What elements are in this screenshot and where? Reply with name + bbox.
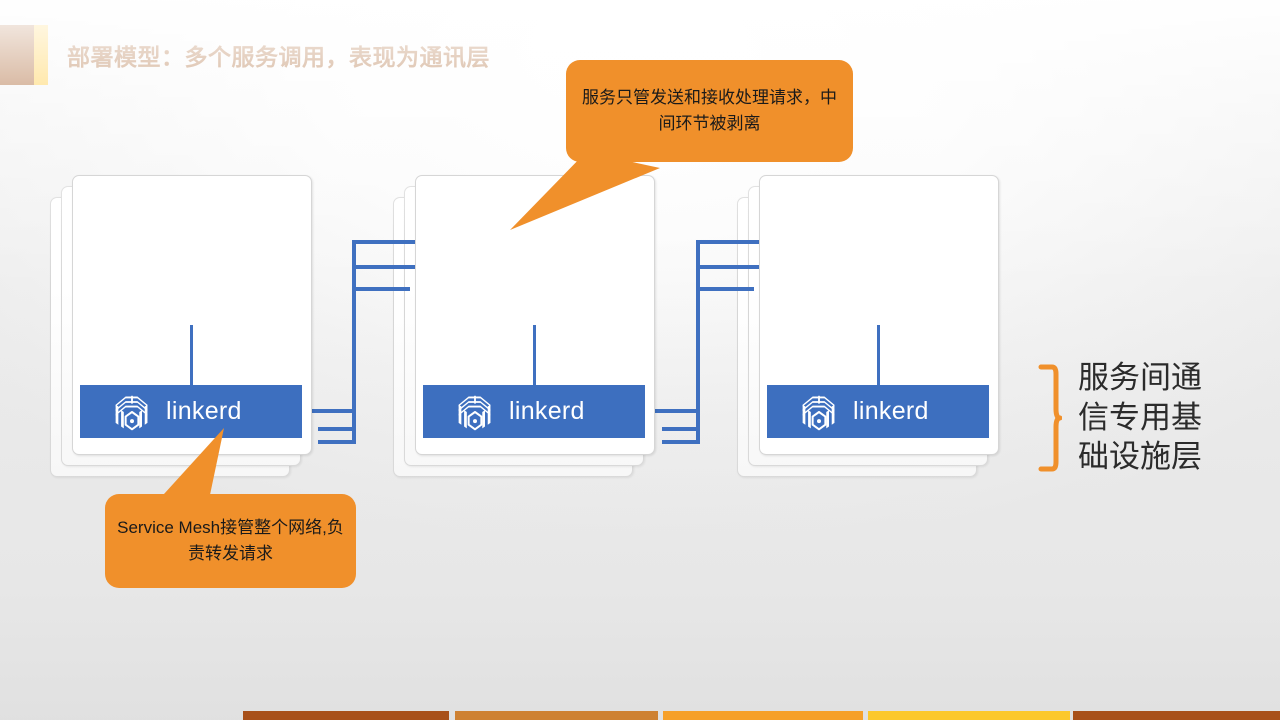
curly-brace-icon	[1038, 364, 1062, 472]
footer-segment	[243, 711, 449, 720]
sidecar-bar-c[interactable]: linkerd	[767, 385, 989, 438]
title-accent-bar-brown	[0, 25, 34, 85]
sidecar-label-c: linkerd	[853, 397, 929, 425]
footer-segment	[1073, 711, 1280, 720]
callout-bottom-left-text: Service Mesh接管整个网络,负责转发请求	[117, 517, 344, 563]
callout-bottom-left[interactable]: Service Mesh接管整个网络,负责转发请求	[105, 494, 356, 588]
callout-top[interactable]: 服务只管发送和接收处理请求，中间环节被剥离	[566, 60, 853, 162]
linkerd-logo-icon	[802, 395, 835, 430]
sidecar-label-b: linkerd	[509, 397, 585, 425]
footer-strip	[0, 708, 1280, 720]
wire-a-b-bottom-h2	[318, 427, 356, 431]
sidecar-connector-c	[877, 325, 880, 387]
wire-b-c-top-h2	[699, 265, 759, 269]
right-annotation-line3: 础设施层	[1078, 439, 1202, 475]
callout-top-text: 服务只管发送和接收处理请求，中间环节被剥离	[582, 87, 837, 133]
slide-canvas: 部署模型：多个服务调用，表现为通讯层 Service A instance	[0, 0, 1280, 720]
linkerd-logo-icon	[458, 395, 491, 430]
sidecar-connector-a	[190, 325, 193, 387]
right-annotation-label: 服务间通 信专用基 础设施层	[1078, 358, 1278, 477]
title-accent-bar-yellow	[34, 25, 48, 85]
wire-a-b-top-h3	[355, 287, 410, 291]
footer-segment	[455, 711, 658, 720]
right-annotation-line2: 信专用基	[1078, 399, 1202, 435]
footer-segment	[663, 711, 863, 720]
wire-a-b-top-h2	[355, 265, 415, 269]
right-annotation-line1: 服务间通	[1078, 360, 1202, 395]
sidecar-connector-b	[533, 325, 536, 387]
wire-b-c-top-h3	[699, 287, 754, 291]
wire-b-c-bottom-h3	[662, 440, 700, 444]
page-title: 部署模型：多个服务调用，表现为通讯层	[67, 44, 490, 70]
service-card-stack-c[interactable]: Service C instance linkerd	[737, 175, 999, 477]
wire-b-c-bottom-h2	[662, 427, 700, 431]
footer-segment	[868, 711, 1070, 720]
wire-a-b-bottom-h3	[318, 440, 356, 444]
sidecar-bar-b[interactable]: linkerd	[423, 385, 645, 438]
